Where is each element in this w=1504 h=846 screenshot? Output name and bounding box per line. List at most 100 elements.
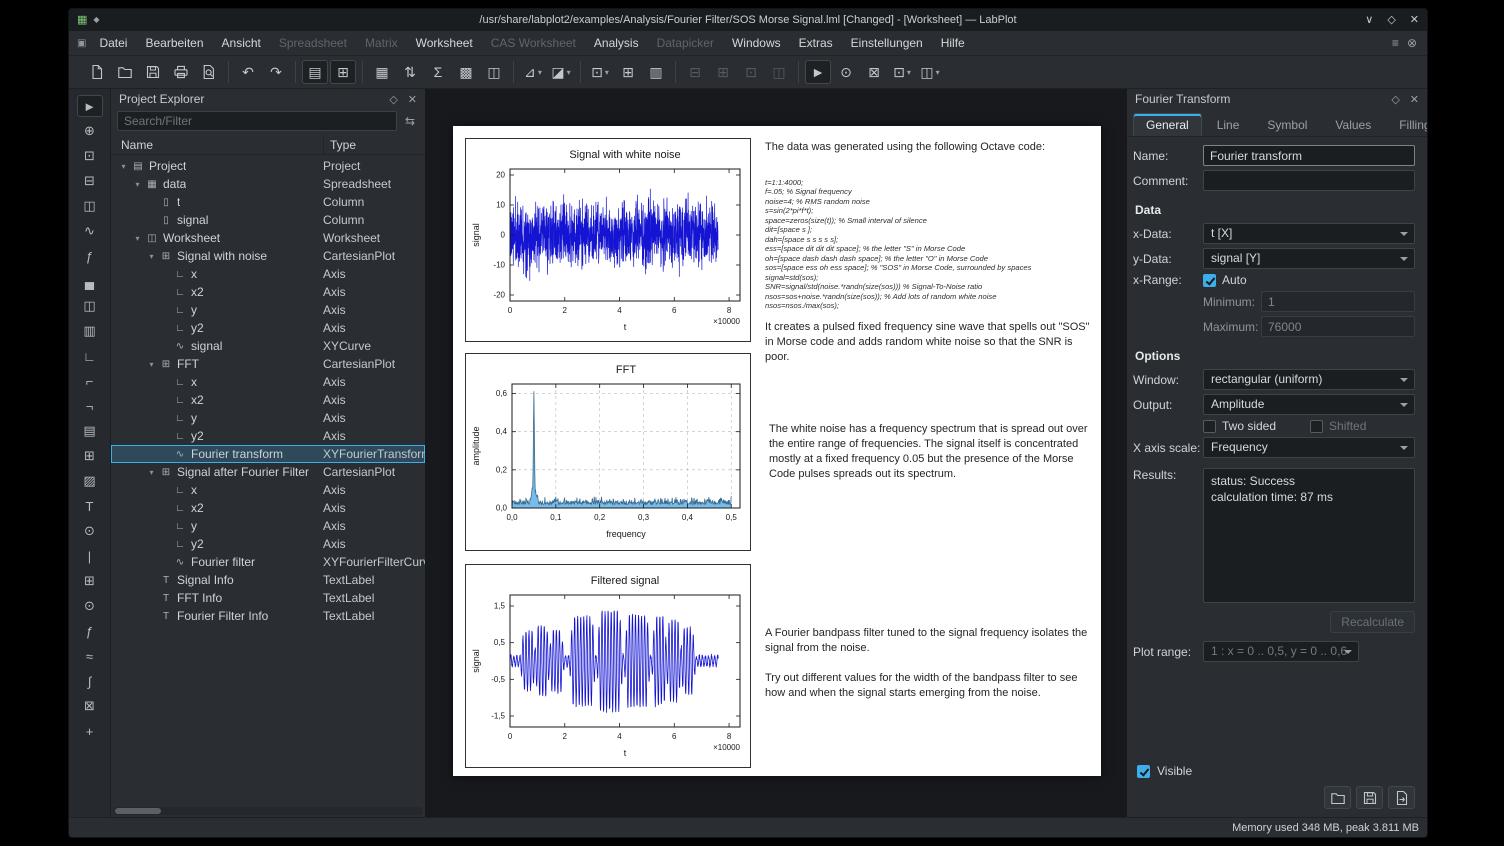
add-image-tool[interactable]: ▨ bbox=[77, 470, 103, 492]
crosshair-mode-button[interactable]: ⊙ bbox=[833, 60, 859, 84]
worksheet-page[interactable]: 0246820100-10-20Signal with white noiset… bbox=[453, 126, 1101, 776]
tab-symbol[interactable]: Symbol bbox=[1254, 113, 1320, 136]
expander-icon[interactable]: ▾ bbox=[131, 234, 144, 243]
new-matrix-button[interactable]: ▩ bbox=[453, 60, 479, 84]
two-sided-checkbox[interactable] bbox=[1203, 420, 1216, 433]
statistics-button[interactable]: Σ bbox=[425, 60, 451, 84]
pin-icon[interactable]: ◆ bbox=[93, 16, 99, 24]
add-grid-tool[interactable]: ⊞ bbox=[77, 445, 103, 467]
expander-icon[interactable]: ▾ bbox=[145, 252, 158, 261]
float-panel-icon[interactable]: ◇ bbox=[389, 93, 397, 106]
add-text-label-tool[interactable]: T bbox=[77, 495, 103, 517]
minimize-button[interactable]: ∨ bbox=[1365, 15, 1373, 26]
tree-row-y2[interactable]: ∟y2Axis bbox=[111, 319, 425, 337]
smooth-tool[interactable]: ≈ bbox=[77, 645, 103, 667]
zoom-select-tool[interactable]: ⊡ bbox=[77, 145, 103, 167]
add-info-element-tool[interactable]: ⊙ bbox=[77, 595, 103, 617]
add-equation-curve-tool[interactable]: ƒ bbox=[77, 245, 103, 267]
tree-row-y[interactable]: ∟yAxis bbox=[111, 409, 425, 427]
close-button[interactable]: ✕ bbox=[1410, 15, 1419, 26]
tree-row-x2[interactable]: ∟x2Axis bbox=[111, 391, 425, 409]
add-vertical-axis-tool[interactable]: ¬ bbox=[77, 395, 103, 417]
tab-general[interactable]: General bbox=[1133, 113, 1202, 136]
menu-ansicht[interactable]: Ansicht bbox=[213, 33, 270, 53]
add-boxplot-tool[interactable]: ◫ bbox=[77, 295, 103, 317]
toggle-project-explorer-button[interactable]: ▤ bbox=[302, 60, 328, 84]
tab-filling[interactable]: Filling bbox=[1386, 113, 1428, 136]
tree-row-x2[interactable]: ∟x2Axis bbox=[111, 499, 425, 517]
add-legend-tool[interactable]: ▤ bbox=[77, 420, 103, 442]
add-barchart-tool[interactable]: ▥ bbox=[77, 320, 103, 342]
add-custom-point-tool[interactable]: ⊙ bbox=[77, 520, 103, 542]
tree-row-y2[interactable]: ∟y2Axis bbox=[111, 535, 425, 553]
zoom-button[interactable]: ⊡▾ bbox=[587, 60, 613, 84]
add-plot-button[interactable]: ⊿▾ bbox=[520, 60, 546, 84]
column-header-type[interactable]: Type bbox=[323, 135, 356, 154]
output-combobox[interactable]: Amplitude bbox=[1203, 394, 1415, 415]
new-worksheet-button[interactable]: ◫ bbox=[481, 60, 507, 84]
tree-row-fourier-filter-info[interactable]: TFourier Filter InfoTextLabel bbox=[111, 607, 425, 625]
fit-page-button[interactable]: ⊞ bbox=[615, 60, 641, 84]
tree-row-fourier-transform[interactable]: ∿Fourier transformXYFourierTransformCurv… bbox=[111, 445, 425, 463]
auto-checkbox[interactable] bbox=[1203, 274, 1216, 287]
tree-row-x[interactable]: ∟xAxis bbox=[111, 481, 425, 499]
plot-filtered-signal[interactable]: 024681,50,5-0,5-1,5Filtered signaltsigna… bbox=[465, 564, 751, 768]
search-input[interactable] bbox=[117, 111, 397, 131]
fullscreen-button[interactable]: ⊠ bbox=[861, 60, 887, 84]
magnetic-snap-button[interactable]: ◫▾ bbox=[917, 60, 943, 84]
window-combobox[interactable]: rectangular (uniform) bbox=[1203, 369, 1415, 390]
creates-text[interactable]: It creates a pulsed fixed frequency sine… bbox=[765, 320, 1095, 365]
menu-windows[interactable]: Windows bbox=[723, 33, 790, 53]
menu-extras[interactable]: Extras bbox=[790, 33, 842, 53]
add-reference-line-tool[interactable]: | bbox=[77, 545, 103, 567]
x-data-combobox[interactable]: t [X] bbox=[1203, 223, 1415, 244]
name-input[interactable] bbox=[1203, 145, 1415, 166]
tree-row-fft-info[interactable]: TFFT InfoTextLabel bbox=[111, 589, 425, 607]
new-project-button[interactable] bbox=[84, 60, 110, 84]
add-axis-tool[interactable]: ∟ bbox=[77, 345, 103, 367]
menubar-close-button[interactable]: ⊗ bbox=[1407, 36, 1417, 50]
save-template-button[interactable] bbox=[1356, 786, 1383, 809]
tree-row-signal-after-fourier-filter[interactable]: ▾⊞Signal after Fourier FilterCartesianPl… bbox=[111, 463, 425, 481]
tree-row-signal-with-noise[interactable]: ▾⊞Signal with noiseCartesianPlot bbox=[111, 247, 425, 265]
tab-line[interactable]: Line bbox=[1204, 113, 1253, 136]
float-dock-icon[interactable]: ◇ bbox=[1391, 93, 1399, 106]
close-dock-icon[interactable]: ✕ bbox=[1410, 93, 1419, 106]
menu-bearbeiten[interactable]: Bearbeiten bbox=[136, 33, 212, 53]
tree-row-y[interactable]: ∟yAxis bbox=[111, 517, 425, 535]
column-header-name[interactable]: Name bbox=[111, 138, 153, 152]
zoom-x-tool[interactable]: ⊟ bbox=[77, 170, 103, 192]
plot-fft[interactable]: 0,00,10,20,30,40,50,00,20,40,6FFTfrequen… bbox=[465, 353, 751, 551]
tree-row-fourier-filter[interactable]: ∿Fourier filterXYFourierFilterCurve bbox=[111, 553, 425, 571]
redo-button[interactable]: ↷ bbox=[263, 60, 289, 84]
menu-datei[interactable]: Datei bbox=[90, 33, 136, 53]
tree-row-t[interactable]: ▯tColumn bbox=[111, 193, 425, 211]
fit-tool[interactable]: ƒ bbox=[77, 620, 103, 642]
tree-row-worksheet[interactable]: ▾◫WorksheetWorksheet bbox=[111, 229, 425, 247]
export-button[interactable]: ▥ bbox=[643, 60, 669, 84]
save-project-button[interactable] bbox=[140, 60, 166, 84]
add-reference-range-tool[interactable]: ⊞ bbox=[77, 570, 103, 592]
tree-row-signal-info[interactable]: TSignal InfoTextLabel bbox=[111, 571, 425, 589]
maximize-button[interactable]: ◇ bbox=[1387, 15, 1395, 26]
sort-button[interactable]: ⇅ bbox=[397, 60, 423, 84]
add-curve-tool[interactable]: ∿ bbox=[77, 220, 103, 242]
menu-worksheet[interactable]: Worksheet bbox=[407, 33, 482, 53]
tree-row-x[interactable]: ∟xAxis bbox=[111, 265, 425, 283]
fourier-tool[interactable]: ∫ bbox=[77, 670, 103, 692]
menu-hilfe[interactable]: Hilfe bbox=[932, 33, 974, 53]
pointer-tool[interactable]: ► bbox=[77, 95, 103, 117]
y-data-combobox[interactable]: signal [Y] bbox=[1203, 248, 1415, 269]
zoom-y-tool[interactable]: ◫ bbox=[77, 195, 103, 217]
crosshair-tool[interactable]: ⊕ bbox=[77, 120, 103, 142]
toggle-properties-dock-button[interactable]: ⊞ bbox=[330, 60, 356, 84]
open-project-button[interactable] bbox=[112, 60, 138, 84]
fft-note-text[interactable]: The white noise has a frequency spectrum… bbox=[769, 422, 1091, 481]
filter-note-text[interactable]: A Fourier bandpass filter tuned to the s… bbox=[765, 626, 1095, 656]
tree-column-header[interactable]: Name Type bbox=[111, 135, 425, 155]
tree-row-data[interactable]: ▾▦dataSpreadsheet bbox=[111, 175, 425, 193]
new-spreadsheet-button[interactable]: ▦ bbox=[369, 60, 395, 84]
select-mode-button[interactable]: ► bbox=[805, 60, 831, 84]
add-histogram-tool[interactable]: ▄ bbox=[77, 270, 103, 292]
save-default-button[interactable] bbox=[1388, 786, 1415, 809]
